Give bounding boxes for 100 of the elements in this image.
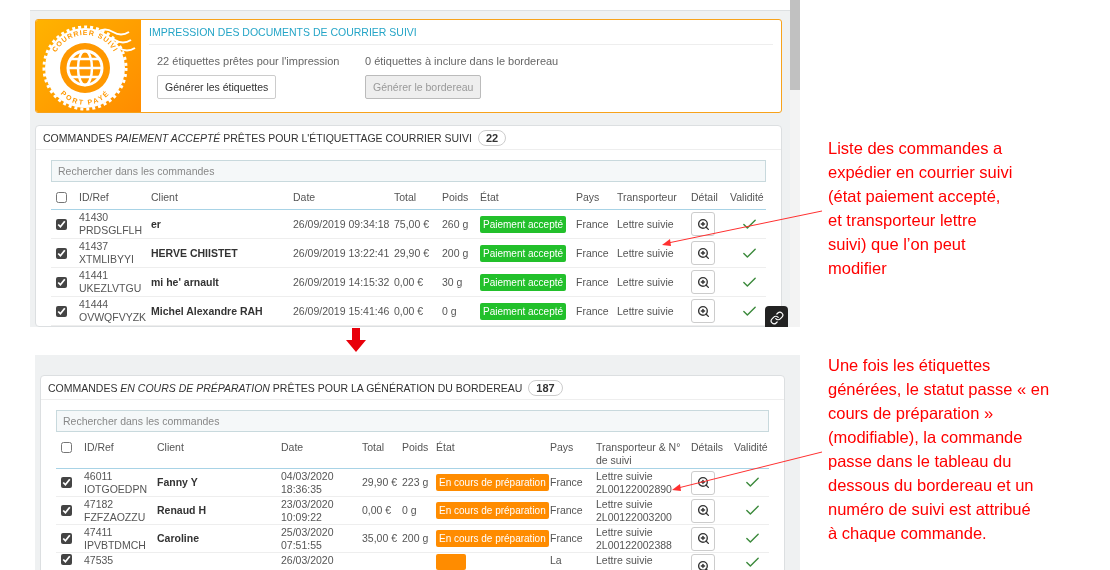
column-header: État [480, 190, 500, 204]
tracking-number: 2L00122002890 [596, 482, 673, 496]
link-button[interactable] [765, 306, 788, 327]
status-badge: Paiement accepté [480, 302, 567, 320]
order-id: 47411 [84, 525, 114, 539]
carrier: Lettre suivie [596, 554, 654, 567]
client-name: HERVE CHIISTET [151, 246, 239, 260]
order-total: 0,00 € [362, 504, 393, 517]
order-reference: IOTGOEDPN [84, 482, 148, 496]
row-checkbox[interactable] [61, 533, 72, 544]
order-total: 75,00 € [394, 217, 431, 231]
country: France [550, 532, 584, 545]
order-weight: 223 g [402, 476, 430, 489]
order-reference: FZFZAOZZU [84, 510, 147, 524]
order-date: 26/09/2019 15:41:46 [293, 304, 391, 318]
row-checkbox[interactable] [61, 554, 72, 565]
order-weight: 200 g [402, 532, 430, 545]
detail-button[interactable] [691, 470, 715, 495]
search-field[interactable]: Rechercher dans les commandes [51, 160, 766, 182]
carrier: Lettre suivie [617, 275, 675, 289]
carrier: Lettre suivie [596, 469, 654, 483]
zoom-in-icon [696, 217, 710, 231]
manifest-count-text: 0 étiquettes à inclure dans le bordereau [365, 55, 559, 68]
order-date: 23/03/2020 10:09:22 [281, 497, 335, 524]
row-checkbox[interactable] [56, 247, 67, 259]
tracking-number: 2L00122002388 [596, 538, 673, 552]
order-weight: 0 g [442, 304, 458, 318]
order-date: 26/09/2019 13:22:41 [293, 246, 391, 260]
order-date: 26/09/2019 14:15:32 [293, 275, 391, 289]
status-badge: En cours de préparation [436, 474, 549, 491]
panel-title: COMMANDES EN COURS DE PRÉPARATION PRÊTES POUR LA GÉNÉRATION DU BORDEREAU [48, 381, 523, 394]
status-badge: Paiement accepté [480, 273, 567, 291]
detail-button[interactable] [691, 526, 715, 551]
column-header: Détail [691, 190, 719, 204]
order-id: 41430 [79, 211, 110, 224]
row-checkbox[interactable] [56, 218, 67, 230]
order-total: 29,90 € [362, 476, 399, 489]
column-header: Pays [576, 190, 601, 204]
country: France [576, 246, 610, 260]
order-weight: 30 g [442, 275, 464, 289]
column-header: Transporteur & N° de suivi [596, 440, 682, 467]
order-id: 41437 [79, 240, 110, 253]
row-checkbox[interactable] [61, 477, 72, 488]
column-header: Transporteur [617, 190, 678, 204]
row-checkbox[interactable] [56, 276, 67, 288]
zoom-in-icon [696, 504, 710, 517]
column-header: ID/Ref [84, 440, 115, 454]
annotation-text: Liste des commandes a expédier en courrier suivi (état paiement accepté, et transporteur lettre suivi) que l’on peut modifier [828, 138, 1014, 279]
column-header: Total [394, 190, 418, 204]
zoom-in-icon [696, 304, 710, 318]
column-header: Validité [730, 190, 765, 204]
labels-ready-text: 22 étiquettes prêtes pour l'impression [157, 55, 340, 68]
row-checkbox[interactable] [61, 505, 72, 516]
status-badge: Paiement accepté [480, 244, 567, 262]
detail-button[interactable] [691, 299, 715, 323]
detail-button[interactable] [691, 498, 715, 523]
country: France [576, 304, 610, 318]
detail-button[interactable] [691, 270, 715, 294]
order-id: 47535 [84, 554, 115, 567]
order-weight: 0 g [402, 504, 418, 517]
detail-button[interactable] [691, 212, 715, 236]
order-date: 25/03/2020 07:51:55 [281, 525, 335, 552]
panel-title: IMPRESSION DES DOCUMENTS DE COURRIER SUIVI [149, 20, 773, 46]
column-header: Détails [691, 440, 725, 454]
zoom-in-icon [696, 246, 710, 260]
client-name: Caroline [157, 532, 200, 545]
detail-button[interactable] [691, 241, 715, 265]
zoom-in-icon [696, 476, 710, 489]
client-name: Renaud H [157, 504, 207, 517]
generate-labels-button[interactable]: Générer les étiquettes [157, 75, 277, 100]
scrollbar[interactable] [790, 0, 800, 327]
carrier: Lettre suivie [617, 246, 675, 260]
country: La [550, 554, 563, 567]
order-date: 04/03/2020 18:36:35 [281, 469, 335, 496]
country: France [550, 504, 584, 517]
order-id: 46011 [84, 469, 114, 483]
order-total: 35,00 € [362, 532, 399, 545]
column-header: État [436, 440, 456, 454]
order-total: 0,00 € [394, 275, 425, 289]
order-date: 26/09/2019 09:34:18 [293, 217, 391, 231]
row-checkbox[interactable] [56, 305, 67, 317]
order-reference: UKEZLVTGU [79, 282, 143, 295]
column-header: Date [281, 440, 305, 454]
search-field[interactable]: Rechercher dans les commandes [56, 410, 769, 432]
annotation-text: Une fois les étiquettes générées, le statut passe « en cours de préparation » (modifiable), la commande passe dans le tableau du dessous du bordereau et un numéro de suivi est attribué à chaque commande. [828, 355, 1051, 544]
order-reference: XTMLIBYYI [79, 253, 135, 266]
select-all-checkbox[interactable] [61, 442, 72, 453]
order-id: 47182 [84, 497, 115, 511]
country: France [576, 217, 610, 231]
client-name: mi he' arnault [151, 275, 220, 289]
order-id: 41441 [79, 269, 110, 282]
column-header: Poids [402, 440, 430, 454]
zoom-in-icon [696, 275, 710, 289]
column-header: Date [293, 190, 317, 204]
order-total: 29,90 € [394, 246, 431, 260]
column-header: Pays [550, 440, 575, 454]
client-name: Fanny Y [157, 476, 199, 489]
status-badge: En cours de préparation [436, 502, 549, 519]
select-all-checkbox[interactable] [56, 192, 67, 203]
link-icon [769, 311, 784, 325]
